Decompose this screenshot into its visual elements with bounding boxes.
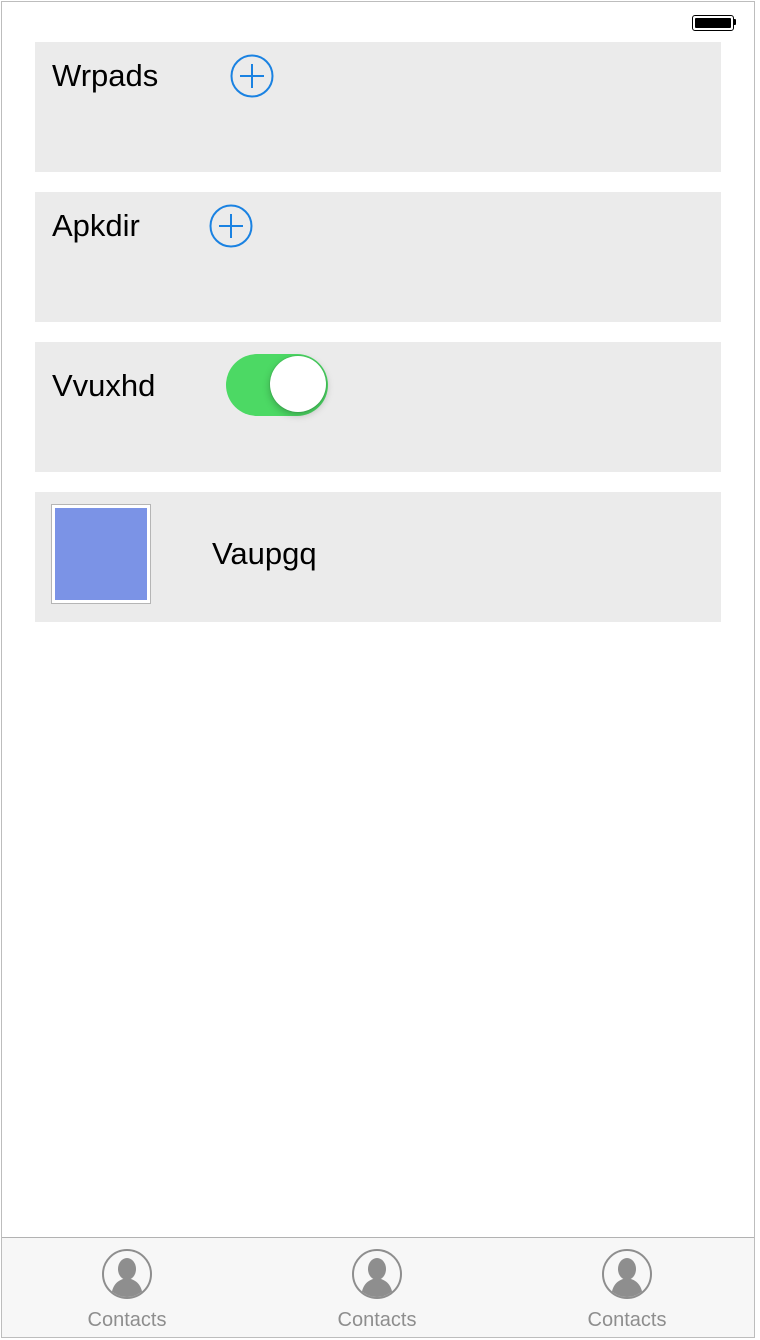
contact-person-icon bbox=[101, 1248, 153, 1300]
add-circle-icon[interactable] bbox=[230, 54, 274, 98]
tab-contacts-3[interactable]: Contacts bbox=[502, 1238, 752, 1337]
toggle-switch[interactable] bbox=[226, 354, 328, 416]
row-label: Wrpads bbox=[52, 58, 159, 93]
add-circle-icon[interactable] bbox=[209, 204, 253, 248]
toggle-knob bbox=[270, 356, 326, 412]
tab-contacts-2[interactable]: Contacts bbox=[252, 1238, 502, 1337]
color-swatch-fill bbox=[55, 508, 147, 600]
tab-label: Contacts bbox=[87, 1309, 167, 1331]
tab-label: Contacts bbox=[587, 1309, 667, 1331]
row-apkdir: Apkdir bbox=[35, 192, 721, 322]
row-vaupgq: Vaupgq bbox=[35, 492, 721, 622]
row-label: Apkdir bbox=[52, 208, 140, 243]
app-screen: Wrpads Apkdir Vvuxhd Vaupgq Contacts Con… bbox=[1, 1, 755, 1338]
row-label: Vvuxhd bbox=[52, 368, 156, 403]
battery-full-icon bbox=[692, 15, 736, 31]
contact-person-icon bbox=[601, 1248, 653, 1300]
tab-bar: Contacts Contacts Contacts bbox=[2, 1237, 754, 1337]
row-vvuxhd: Vvuxhd bbox=[35, 342, 721, 472]
color-swatch[interactable] bbox=[51, 504, 151, 604]
tab-label: Contacts bbox=[337, 1309, 417, 1331]
row-label: Vaupgq bbox=[212, 536, 317, 571]
status-bar bbox=[2, 2, 754, 42]
contact-person-icon bbox=[351, 1248, 403, 1300]
row-wrpads: Wrpads bbox=[35, 42, 721, 172]
tab-contacts-1[interactable]: Contacts bbox=[2, 1238, 252, 1337]
